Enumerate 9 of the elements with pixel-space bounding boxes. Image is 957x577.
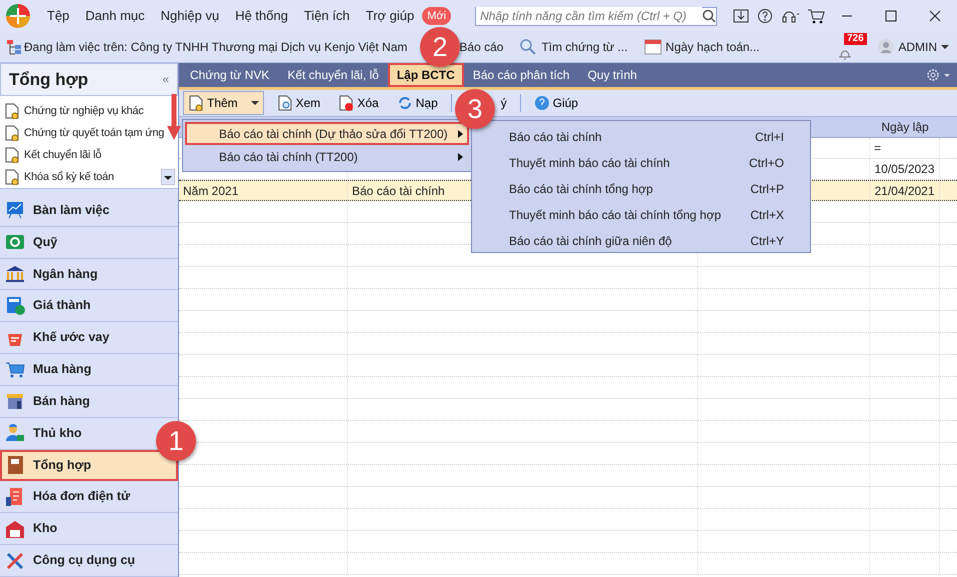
table-cell-text: 21/04/2021 bbox=[874, 182, 935, 200]
table-cell-text: 10/05/2023 bbox=[874, 161, 935, 178]
company-label: Đang làm việc trên: Công ty TNHH Thương mại Dịch vụ Kenjo Việt Nam bbox=[24, 39, 408, 56]
table-cell-text: Báo cáo tài chính bbox=[352, 182, 445, 200]
panel-title: Tổng hợp bbox=[9, 68, 88, 91]
table-cell-text: Năm 2021 bbox=[183, 182, 238, 200]
new-badge: Mới bbox=[422, 6, 452, 26]
notification-count: 726 bbox=[844, 33, 867, 45]
column-header: Ngày lập bbox=[880, 119, 930, 136]
